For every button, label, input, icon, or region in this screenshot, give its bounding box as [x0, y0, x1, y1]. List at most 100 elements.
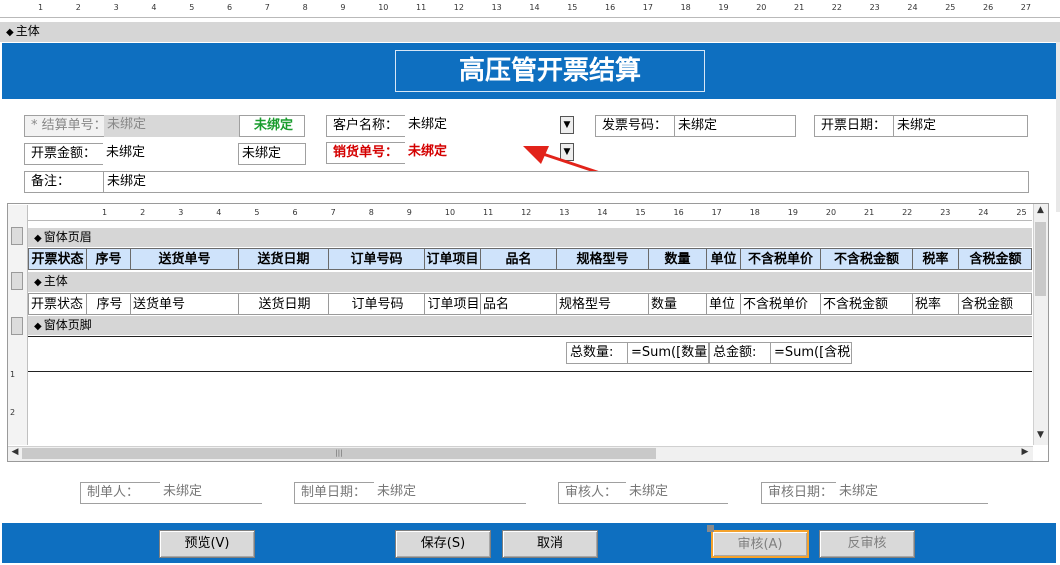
ruler-tick: 8 — [368, 208, 374, 217]
table-cell[interactable]: 开票状态 — [29, 294, 87, 314]
column-header: 品名 — [481, 249, 557, 269]
section-label: 窗体页脚 — [43, 318, 92, 332]
triangle-right-icon: ▶ — [1021, 447, 1029, 457]
scroll-up-button[interactable]: ▲ — [1034, 205, 1047, 219]
total-qty-field[interactable]: =Sum([数量]) — [627, 342, 709, 364]
column-header: 不含税单价 — [741, 249, 821, 269]
total-amt-field[interactable]: =Sum([含税金额]) — [770, 342, 852, 364]
invoice-no-field[interactable]: 未绑定 — [674, 115, 796, 137]
ruler-tick: 9 — [340, 3, 346, 12]
create-date-field[interactable]: 未绑定 — [374, 482, 526, 504]
ruler-tick: 21 — [864, 208, 875, 217]
table-cell[interactable]: 单位 — [707, 294, 741, 314]
column-header: 订单号码 — [329, 249, 425, 269]
table-cell[interactable]: 送货日期 — [239, 294, 329, 314]
ruler-tick: 14 — [529, 3, 540, 12]
table-cell[interactable]: 品名 — [481, 294, 557, 314]
ruler-tick: 3 — [113, 3, 119, 12]
table-cell[interactable]: 规格型号 — [557, 294, 649, 314]
approve-button[interactable]: 审核(A) — [711, 530, 809, 558]
invoice-no-label: 发票号码： — [595, 115, 675, 137]
ruler-tick: 1 — [102, 208, 108, 217]
subform-selector-header[interactable] — [11, 227, 23, 245]
table-cell[interactable]: 不含税金额 — [821, 294, 913, 314]
scroll-down-button[interactable]: ▼ — [1034, 430, 1047, 444]
ruler-tick: 14 — [597, 208, 608, 217]
ruler-tick: 23 — [869, 3, 880, 12]
section-bar-main: ◆ 主体 — [0, 22, 1060, 42]
unapprove-button[interactable]: 反审核 — [819, 530, 915, 558]
settle-no-field[interactable]: 未绑定 — [104, 115, 239, 137]
ruler-tick: 13 — [491, 3, 502, 12]
table-cell[interactable]: 序号 — [87, 294, 131, 314]
section-bar-detail: ◆ 主体 — [28, 272, 1032, 292]
total-qty-label: 总数量: — [566, 342, 628, 364]
subform-selector-footer[interactable] — [11, 317, 23, 335]
table-cell[interactable]: 不含税单价 — [741, 294, 821, 314]
scroll-left-button[interactable]: ◀ — [9, 447, 21, 460]
ruler-tick: 4 — [216, 208, 222, 217]
column-header: 不含税金额 — [821, 249, 913, 269]
settle-no-label: * 结算单号： — [24, 115, 107, 137]
ruler-tick: 20 — [825, 208, 837, 217]
column-header-row: 开票状态 序号 送货单号 送货日期 订单号码 订单项目 品名 规格型号 数量 单位 不含税单价 不含税… — [28, 248, 1032, 270]
ruler-tick: 10 — [378, 3, 389, 12]
form-title: 高压管开票结算 — [395, 50, 705, 92]
invoice-date-field[interactable]: 未绑定 — [893, 115, 1028, 137]
ruler-tick: 2 — [75, 3, 81, 12]
amount-label: 开票金额： — [24, 143, 104, 165]
review-date-field[interactable]: 未绑定 — [836, 482, 988, 504]
table-row[interactable]: 开票状态 序号 送货单号 送货日期 订单号码 订单项目 品名 规格型号 数量 单位 不含税单价 不含税… — [28, 293, 1032, 315]
cancel-button[interactable]: 取消 — [502, 530, 598, 558]
table-cell[interactable]: 数量 — [649, 294, 707, 314]
collapse-arrow-icon: ◆ — [34, 277, 42, 288]
ruler-tick: 15 — [567, 3, 578, 12]
ruler-tick: 15 — [635, 208, 646, 217]
sales-no-label: 销货单号： — [326, 142, 406, 164]
section-label: 主体 — [43, 274, 68, 288]
ruler-tick: 22 — [902, 208, 913, 217]
amount-field[interactable]: 未绑定 — [103, 143, 239, 165]
ruler-tick: 19 — [718, 3, 729, 12]
preview-button[interactable]: 预览(V) — [159, 530, 255, 558]
ruler-tick: 11 — [416, 3, 427, 12]
ruler-tick: 22 — [831, 3, 842, 12]
section-label: 主体 — [15, 24, 40, 38]
amount-field-secondary[interactable]: 未绑定 — [238, 143, 306, 165]
column-header: 序号 — [87, 249, 131, 269]
top-ruler: 1 2 3 4 5 6 7 8 9 10 11 12 13 14 15 16 17 18 19 20 21 22 23 24 2… — [0, 0, 1060, 18]
table-cell[interactable]: 订单号码 — [329, 294, 425, 314]
total-amt-label: 总金额: — [709, 342, 771, 364]
table-cell[interactable]: 含税金额 — [959, 294, 1031, 314]
ruler-tick: 6 — [227, 3, 233, 12]
scrollbar-thumb[interactable] — [1035, 222, 1046, 296]
customer-dropdown-button[interactable]: ▼ — [560, 116, 574, 134]
save-button[interactable]: 保存(S) — [395, 530, 491, 558]
ruler-tick: 1 — [38, 3, 44, 12]
invoice-date-label: 开票日期： — [814, 115, 894, 137]
ruler-tick: 27 — [1020, 3, 1031, 12]
reviewer-field[interactable]: 未绑定 — [626, 482, 728, 504]
column-header: 含税金额 — [959, 249, 1031, 269]
section-bar-form-footer: ◆ 窗体页脚 — [28, 316, 1032, 335]
ruler-tick: 17 — [642, 3, 653, 12]
table-cell[interactable]: 送货单号 — [131, 294, 239, 314]
customer-label: 客户名称： — [326, 115, 406, 137]
ruler-tick: 16 — [605, 3, 616, 12]
horizontal-scrollbar-thumb[interactable]: ||| — [22, 448, 656, 459]
ruler-tick: 19 — [787, 208, 798, 217]
column-header: 税率 — [913, 249, 959, 269]
creator-field[interactable]: 未绑定 — [160, 482, 262, 504]
scroll-right-button[interactable]: ▶ — [1019, 447, 1031, 460]
section-bar-form-header: ◆ 窗体页眉 — [28, 228, 1032, 247]
customer-field[interactable]: 未绑定 — [405, 115, 565, 137]
table-cell[interactable]: 税率 — [913, 294, 959, 314]
subform-selector-detail[interactable] — [11, 272, 23, 290]
table-cell[interactable]: 订单项目 — [425, 294, 481, 314]
remark-field[interactable]: 未绑定 — [103, 171, 1029, 193]
ruler-tick: 25 — [1016, 208, 1027, 217]
collapse-arrow-icon: ◆ — [34, 233, 42, 244]
column-header: 送货日期 — [239, 249, 329, 269]
column-header: 单位 — [707, 249, 741, 269]
ruler-tick: 10 — [444, 208, 456, 217]
